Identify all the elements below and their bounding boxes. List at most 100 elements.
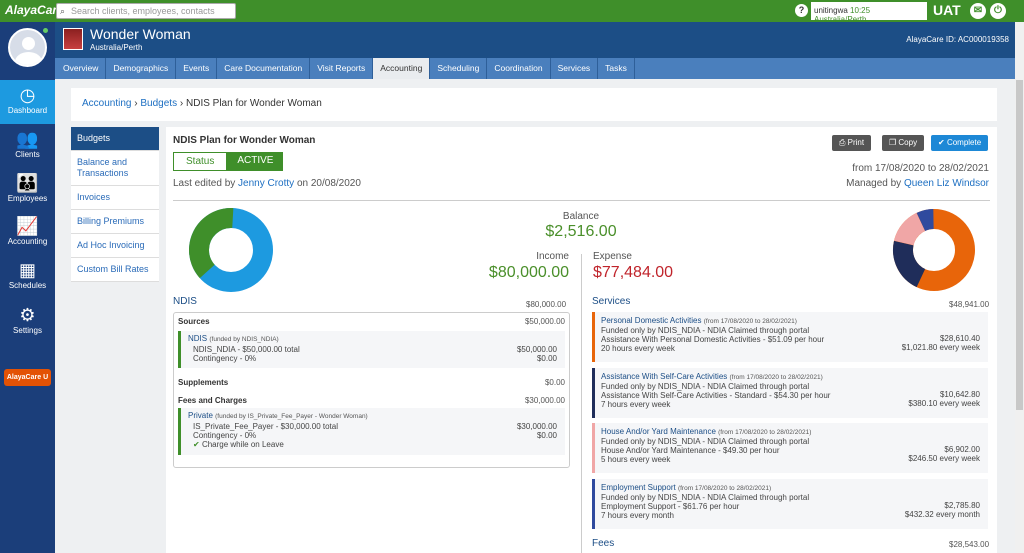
scrollbar-thumb[interactable] <box>1016 80 1023 410</box>
sources-amount: $50,000.00 <box>524 317 565 326</box>
divider <box>173 200 990 201</box>
tab-overview[interactable]: Overview <box>56 58 107 79</box>
environment-label: UAT <box>933 2 961 18</box>
sidebar: ◷ Dashboard 👥 Clients 👪 Employees 📈 Accounti… <box>0 22 55 553</box>
client-photo <box>63 28 83 50</box>
logout-icon[interactable]: ⏻ <box>990 3 1006 19</box>
accounting-icon: 📈 <box>16 216 39 236</box>
fees-title: Fees <box>592 538 615 549</box>
tab-accounting[interactable]: Accounting <box>373 58 431 79</box>
balance-value: $2,516.00 <box>545 223 617 240</box>
print-icon: ⎙ <box>839 138 848 147</box>
tab-events[interactable]: Events <box>176 58 218 79</box>
check-icon: ✔ <box>938 138 947 147</box>
managed-by-link[interactable]: Queen Liz Windsor <box>904 178 989 189</box>
search-icon: ⌕ <box>60 6 66 16</box>
supplements-label: Supplements <box>178 378 229 387</box>
client-location: Australia/Perth <box>90 43 143 52</box>
last-edited: Last edited by Jenny Crotty on 20/08/202… <box>173 178 361 189</box>
user-info[interactable]: unitingwa 10:25 Australia/Perth <box>811 2 927 24</box>
tab-tasks[interactable]: Tasks <box>598 58 635 79</box>
calendar-icon: ▦ <box>18 260 36 280</box>
services-title: Services <box>592 296 631 307</box>
online-indicator <box>43 28 48 33</box>
page-scrollbar[interactable] <box>1015 22 1024 553</box>
nav-schedules[interactable]: ▦ Schedules <box>0 255 55 299</box>
balance-label: Balance <box>562 211 600 222</box>
submenu-ad-hoc-invoicing[interactable]: Ad Hoc Invoicing <box>71 234 159 258</box>
breadcrumb-separator: › <box>179 98 184 109</box>
service-item[interactable]: House And/or Yard Maintenance (from 17/0… <box>592 423 988 473</box>
client-header: Wonder Woman Australia/Perth AlayaCare I… <box>55 22 1015 58</box>
check-icon: ✔ <box>193 440 202 449</box>
income-value: $80,000.00 <box>488 264 569 281</box>
nav-clients[interactable]: 👥 Clients <box>0 124 55 168</box>
services-amount: $48,941.00 <box>949 300 990 309</box>
managed-by: Managed by Queen Liz Windsor <box>846 178 989 189</box>
status-badge: Status ACTIVE <box>173 152 284 171</box>
fees-charges-amount: $30,000.00 <box>524 396 565 405</box>
column-divider <box>581 254 582 553</box>
client-id: AlayaCare ID: AC000019358 <box>906 35 1009 44</box>
alayacare-u-button[interactable]: AlayaCare U <box>4 369 51 386</box>
service-item[interactable]: Employment Support (from 17/08/2020 to 2… <box>592 479 988 529</box>
copy-button[interactable]: ❐ Copy <box>882 135 925 151</box>
breadcrumb-current: NDIS Plan for Wonder Woman <box>186 98 322 109</box>
sources-label: Sources <box>178 317 210 326</box>
plan-title: NDIS Plan for Wonder Woman <box>173 135 316 146</box>
complete-button[interactable]: ✔ Complete <box>931 135 989 151</box>
fees-charges-label: Fees and Charges <box>178 396 247 405</box>
mail-icon[interactable]: ✉ <box>970 3 986 19</box>
accounting-submenu: Budgets Balance and Transactions Invoice… <box>71 127 159 282</box>
submenu-balance-transactions[interactable]: Balance and Transactions <box>71 151 159 186</box>
tab-demographics[interactable]: Demographics <box>106 58 177 79</box>
service-item[interactable]: Personal Domestic Activities (from 17/08… <box>592 312 988 362</box>
copy-icon: ❐ <box>889 138 899 147</box>
breadcrumb-budgets[interactable]: Budgets <box>140 98 177 109</box>
supplements-amount: $0.00 <box>544 378 565 387</box>
private-funder: Private (funded by IS_Private_Fee_Payer … <box>178 408 565 455</box>
ndis-amount: $80,000.00 <box>526 300 567 309</box>
income-donut-chart <box>189 208 273 292</box>
clients-icon: 👥 <box>16 129 39 149</box>
submenu-invoices[interactable]: Invoices <box>71 186 159 210</box>
nav-settings[interactable]: ⚙ Settings <box>0 300 55 344</box>
submenu-billing-premiums[interactable]: Billing Premiums <box>71 210 159 234</box>
breadcrumb-accounting[interactable]: Accounting <box>82 98 131 109</box>
avatar[interactable] <box>8 28 47 67</box>
ndis-funder: NDIS (funded by NDIS_NDIA) NDIS_NDIA - $… <box>178 331 565 368</box>
help-icon[interactable]: ? <box>795 4 808 17</box>
income-label: Income <box>536 251 569 262</box>
client-name: Wonder Woman <box>90 26 191 42</box>
alayacare-logo[interactable]: AlayaCare <box>5 3 64 17</box>
tab-visit-reports[interactable]: Visit Reports <box>310 58 374 79</box>
expense-value: $77,484.00 <box>593 264 674 281</box>
ndis-funding-box: Sources $50,000.00 NDIS (funded by NDIS_… <box>173 312 570 468</box>
nav-dashboard[interactable]: ◷ Dashboard <box>0 80 55 124</box>
top-bar: AlayaCare ⌕ Search clients, employees, co… <box>0 0 1024 24</box>
dashboard-icon: ◷ <box>19 85 36 105</box>
gear-icon: ⚙ <box>19 305 36 325</box>
expense-label: Expense <box>593 251 632 262</box>
breadcrumb-separator: › <box>134 98 138 109</box>
plan-dates: from 17/08/2020 to 28/02/2021 <box>852 163 989 174</box>
tab-scheduling[interactable]: Scheduling <box>430 58 488 79</box>
expense-donut-chart <box>893 209 976 291</box>
employees-icon: 👪 <box>16 173 39 193</box>
breadcrumb: Accounting › Budgets › NDIS Plan for Won… <box>71 88 997 121</box>
budget-panel: NDIS Plan for Wonder Woman Status ACTIVE… <box>166 127 997 553</box>
client-tabs: Overview Demographics Events Care Docume… <box>55 58 1015 79</box>
submenu-custom-bill-rates[interactable]: Custom Bill Rates <box>71 258 159 282</box>
service-item[interactable]: Assistance With Self-Care Activities (fr… <box>592 368 988 418</box>
tab-services[interactable]: Services <box>551 58 599 79</box>
edited-by-link[interactable]: Jenny Crotty <box>238 178 294 189</box>
print-button[interactable]: ⎙ Print <box>832 135 872 151</box>
fees-amount: $28,543.00 <box>949 540 990 549</box>
search-input[interactable]: ⌕ Search clients, employees, contacts <box>56 3 236 19</box>
tab-care-documentation[interactable]: Care Documentation <box>217 58 311 79</box>
ndis-title: NDIS <box>173 296 197 307</box>
tab-coordination[interactable]: Coordination <box>487 58 551 79</box>
nav-accounting[interactable]: 📈 Accounting <box>0 211 55 255</box>
submenu-budgets[interactable]: Budgets <box>71 127 159 151</box>
nav-employees[interactable]: 👪 Employees <box>0 168 55 212</box>
